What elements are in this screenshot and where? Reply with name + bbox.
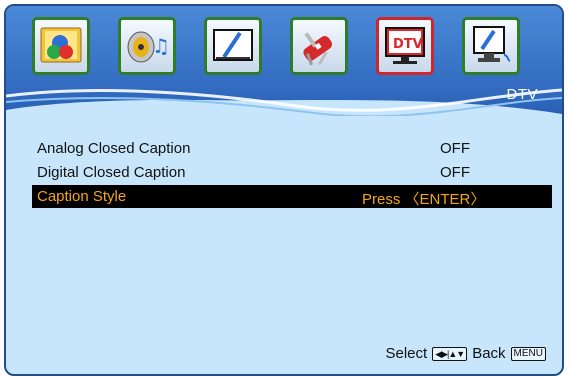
tab-dtv[interactable]: DTV <box>376 17 434 75</box>
tab-setup[interactable] <box>290 17 348 75</box>
row-value: Press 〈ENTER〉 <box>362 191 486 208</box>
menu-row-analog-closed-caption[interactable]: Analog Closed Caption OFF <box>32 137 552 160</box>
page-title: DTV <box>506 86 538 103</box>
picture-icon <box>40 27 82 63</box>
back-label: Back <box>472 345 506 362</box>
footer-hint: Select ◀▶|▲▼ Back MENU <box>385 345 548 362</box>
dtv-icon: DTV <box>385 27 425 64</box>
osd-menu-window: ♫ DTV <box>4 4 564 376</box>
row-value: OFF <box>440 140 470 157</box>
row-value: OFF <box>440 164 470 181</box>
setup-icon <box>303 32 333 66</box>
sound-icon: ♫ <box>127 31 168 63</box>
screen-icon <box>213 29 253 61</box>
menu-row-digital-closed-caption[interactable]: Digital Closed Caption OFF <box>32 161 552 184</box>
svg-text:♫: ♫ <box>152 34 168 58</box>
tab-picture[interactable] <box>32 17 90 75</box>
tab-sound[interactable]: ♫ <box>118 17 176 75</box>
row-label: Caption Style <box>37 188 127 205</box>
menu-header: ♫ DTV <box>6 6 562 116</box>
menu-key-icon: MENU <box>510 346 546 361</box>
left-right-up-down-keys-icon: ◀▶|▲▼ <box>432 346 468 361</box>
menu-row-caption-style[interactable]: Caption Style Press 〈ENTER〉 <box>32 185 552 208</box>
select-label: Select <box>385 345 428 362</box>
tab-screen[interactable] <box>204 17 262 75</box>
tab-pc[interactable] <box>462 17 520 75</box>
row-label: Digital Closed Caption <box>37 164 186 181</box>
svg-text:DTV: DTV <box>393 37 423 52</box>
pc-icon <box>473 26 511 62</box>
row-label: Analog Closed Caption <box>37 140 191 157</box>
